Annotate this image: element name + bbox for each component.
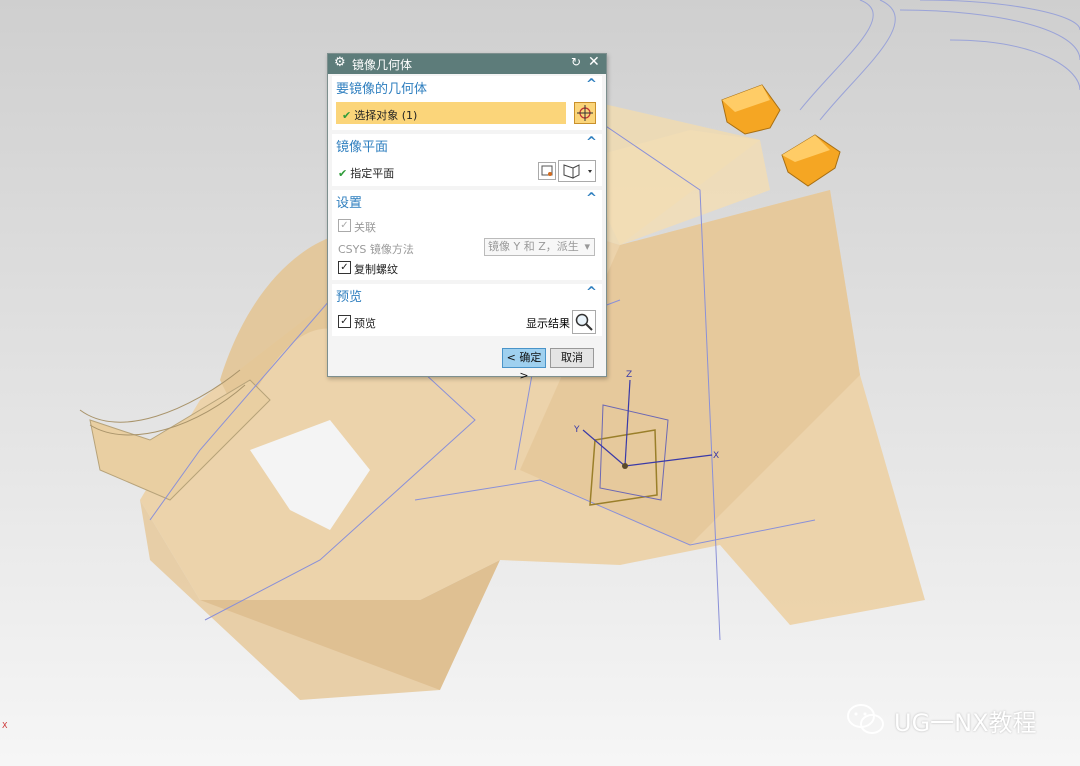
specify-plane-label: ✔ 指定平面 [338, 165, 394, 181]
section-preview-heading[interactable]: 预览 [336, 286, 362, 305]
y-axis-label: Y [573, 425, 580, 435]
section-geometry: 要镜像的几何体 ^ ✔ 选择对象 (1) [332, 76, 602, 130]
specify-plane-row[interactable]: ✔ 指定平面 [336, 160, 536, 182]
preview-label: 预览 [354, 317, 376, 330]
select-object-row[interactable]: ✔ 选择对象 (1) [336, 102, 566, 124]
corner-axis-label: X [2, 721, 8, 730]
associative-checkbox-row: ✓ 关联 [336, 214, 456, 236]
csys-method-value: 镜像 Y 和 Z，派生 [488, 240, 579, 253]
crosshair-select-icon[interactable] [574, 102, 596, 124]
plane-type-dropdown[interactable] [558, 160, 596, 182]
associative-label: 关联 [354, 221, 376, 234]
ok-button[interactable]: < 确定 > [502, 348, 546, 382]
copy-threads-label: 复制螺纹 [354, 263, 398, 276]
collapse-caret-icon[interactable]: ^ [586, 77, 597, 92]
section-settings: 设置 ^ ✓ 关联 CSYS 镜像方法 镜像 Y 和 Z，派生 ▾ ✓ 复制螺纹 [332, 190, 602, 280]
plane-dialog-icon[interactable] [538, 162, 556, 180]
check-icon: ✔ [342, 109, 352, 122]
associative-checkbox: ✓ [338, 219, 351, 232]
select-object-label: ✔ 选择对象 (1) [342, 107, 417, 123]
x-axis-label: X [713, 451, 719, 461]
section-preview: 预览 ^ ✓ 预览 显示结果 [332, 284, 602, 336]
dialog-titlebar[interactable]: ⚙ 镜像几何体 ↻ ✕ [328, 54, 606, 74]
close-icon[interactable]: ✕ [588, 54, 600, 70]
check-icon: ✔ [338, 167, 348, 180]
select-object-text: 选择对象 (1) [354, 109, 418, 122]
section-plane-heading[interactable]: 镜像平面 [336, 136, 388, 155]
watermark-text: UG一NX教程 [894, 709, 1037, 737]
cancel-button[interactable]: 取消 [550, 348, 594, 368]
reset-icon[interactable]: ↻ [571, 55, 581, 69]
chevron-down-icon: ▾ [584, 240, 590, 253]
gear-icon[interactable]: ⚙ [334, 55, 346, 70]
collapse-caret-icon[interactable]: ^ [586, 135, 597, 150]
section-plane: 镜像平面 ^ ✔ 指定平面 [332, 134, 602, 186]
preview-checkbox-row[interactable]: ✓ 预览 [336, 310, 436, 332]
section-geometry-heading[interactable]: 要镜像的几何体 [336, 78, 427, 97]
section-settings-heading[interactable]: 设置 [336, 192, 362, 211]
wechat-icon [847, 704, 884, 734]
copy-threads-checkbox[interactable]: ✓ [338, 261, 351, 274]
preview-checkbox[interactable]: ✓ [338, 315, 351, 328]
copy-threads-checkbox-row[interactable]: ✓ 复制螺纹 [336, 256, 456, 278]
collapse-caret-icon[interactable]: ^ [586, 191, 597, 206]
dialog-title: 镜像几何体 [352, 58, 413, 72]
csys-method-select: 镜像 Y 和 Z，派生 ▾ [484, 238, 595, 256]
csys-method-row: CSYS 镜像方法 [336, 236, 476, 258]
show-result-label: 显示结果 [526, 317, 570, 330]
show-result-magnifier-icon[interactable] [572, 310, 596, 334]
mirror-geometry-dialog: ⚙ 镜像几何体 ↻ ✕ 要镜像的几何体 ^ ✔ 选择对象 (1) 镜像平面 ^ ✔… [327, 53, 607, 382]
z-axis-label: Z [626, 370, 632, 380]
collapse-caret-icon[interactable]: ^ [586, 285, 597, 300]
csys-method-label: CSYS 镜像方法 [338, 243, 414, 256]
specify-plane-text: 指定平面 [350, 167, 395, 180]
